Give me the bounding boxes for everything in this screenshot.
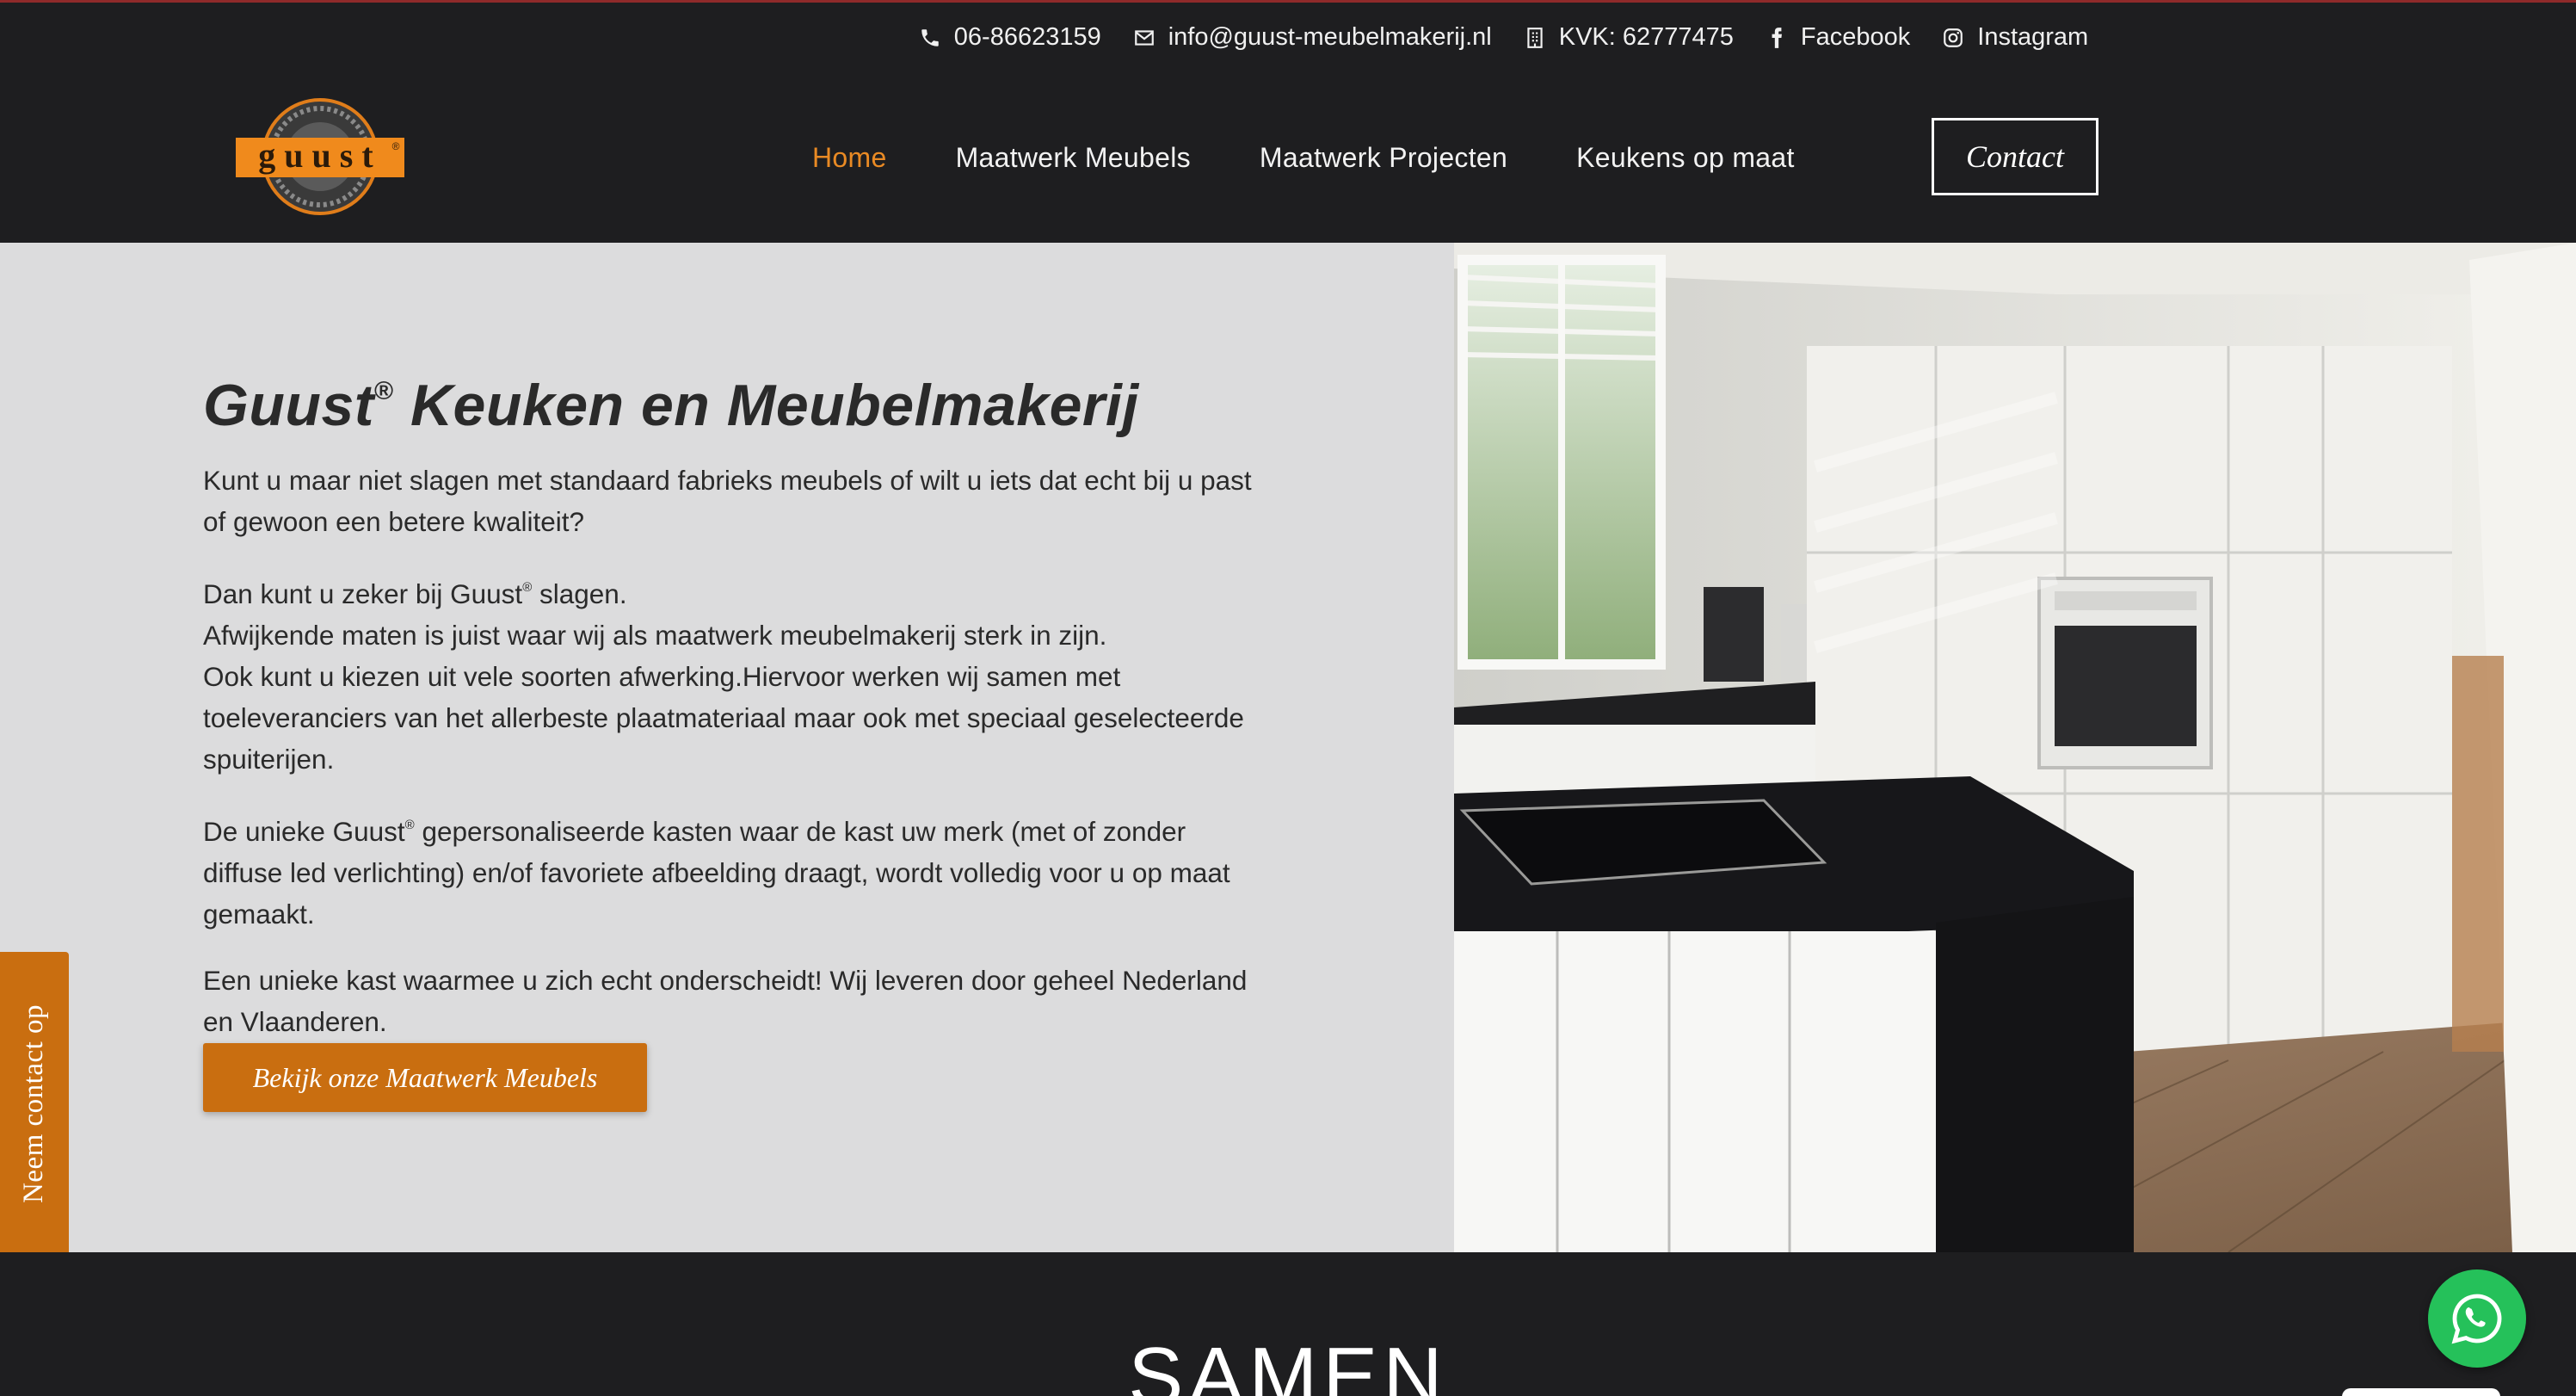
facebook-link[interactable]: Facebook [1765,23,1910,52]
building-icon [1523,26,1547,50]
hero-paragraph-3: De unieke Guust® gepersonaliseerde kaste… [203,805,1261,935]
phone-text: 06-86623159 [953,23,1101,51]
main-header: guust ® Home Maatwerk Meubels Maatwerk P… [0,72,2576,243]
main-nav: Home Maatwerk Meubels Maatwerk Projecten… [812,72,1795,243]
logo-mark: ® [392,140,400,152]
email-link[interactable]: info@guust-meubelmakerij.nl [1132,23,1492,52]
phone-link[interactable]: 06-86623159 [918,23,1101,52]
nav-home[interactable]: Home [812,142,887,174]
side-tab-label: Neem contact op [18,1004,50,1204]
nav-maatwerk-meubels[interactable]: Maatwerk Meubels [956,142,1191,174]
facebook-icon [1765,26,1789,50]
hero-p2-mark: ® [522,580,533,595]
hero-p2-a: Dan kunt u zeker bij Guust [203,578,523,609]
email-text: info@guust-meubelmakerij.nl [1168,23,1492,51]
nav-keukens-op-maat[interactable]: Keukens op maat [1576,142,1795,174]
hero-title: Guust® Keuken en Meubelmakerij [203,372,1322,439]
facebook-text: Facebook [1800,23,1911,51]
hero-p2-b: slagen. [532,578,627,609]
white-tab [2342,1388,2500,1396]
contact-button[interactable]: Contact [1932,118,2098,195]
hero-p2-d: Ook kunt u kiezen uit vele soorten afwer… [203,661,1244,775]
whatsapp-icon [2451,1294,2502,1344]
logo-text: guust [258,136,381,175]
whatsapp-button[interactable] [2428,1269,2526,1368]
hero-title-mark: ® [373,377,394,405]
nav-maatwerk-projecten[interactable]: Maatwerk Projecten [1260,142,1507,174]
hero-paragraph-1: Kunt u maar niet slagen met standaard fa… [203,465,1252,537]
instagram-link[interactable]: Instagram [1941,23,2088,52]
section-title: SAMEN [1128,1331,1448,1396]
phone-icon [918,26,942,50]
hero-paragraph-4: Een unieke kast waarmee u zich echt onde… [203,965,1248,1037]
hero-p3-a: De unieke Guust [203,816,405,847]
kvk-text: KVK: 62777475 [1558,23,1734,51]
hero-title-prefix: Guust [203,373,374,438]
hero-section: Guust® Keuken en Meubelmakerij Kunt u ma… [0,243,1454,1252]
instagram-text: Instagram [1977,23,2089,51]
bekijk-maatwerk-button[interactable]: Bekijk onze Maatwerk Meubels [203,1043,647,1112]
hero-description: Kunt u maar niet slagen met standaard fa… [203,460,1261,1067]
hero-p3-mark: ® [404,818,415,832]
neem-contact-op-tab[interactable]: Neem contact op [0,952,69,1256]
kitchen-photo [1454,243,2576,1252]
kvk-item: KVK: 62777475 [1523,23,1734,52]
top-info-bar: 06-86623159 info@guust-meubelmakerij.nl … [0,0,2576,72]
hero-paragraph-2: Dan kunt u zeker bij Guust® slagen. Afwi… [203,567,1261,780]
samen-section: SAMEN [0,1252,2576,1396]
envelope-icon [1132,26,1156,50]
hero-title-rest: Keuken en Meubelmakerij [393,373,1139,438]
guust-logo[interactable]: guust ® [234,96,406,217]
instagram-icon [1941,26,1965,50]
hero-p2-c: Afwijkende maten is juist waar wij als m… [203,620,1107,651]
